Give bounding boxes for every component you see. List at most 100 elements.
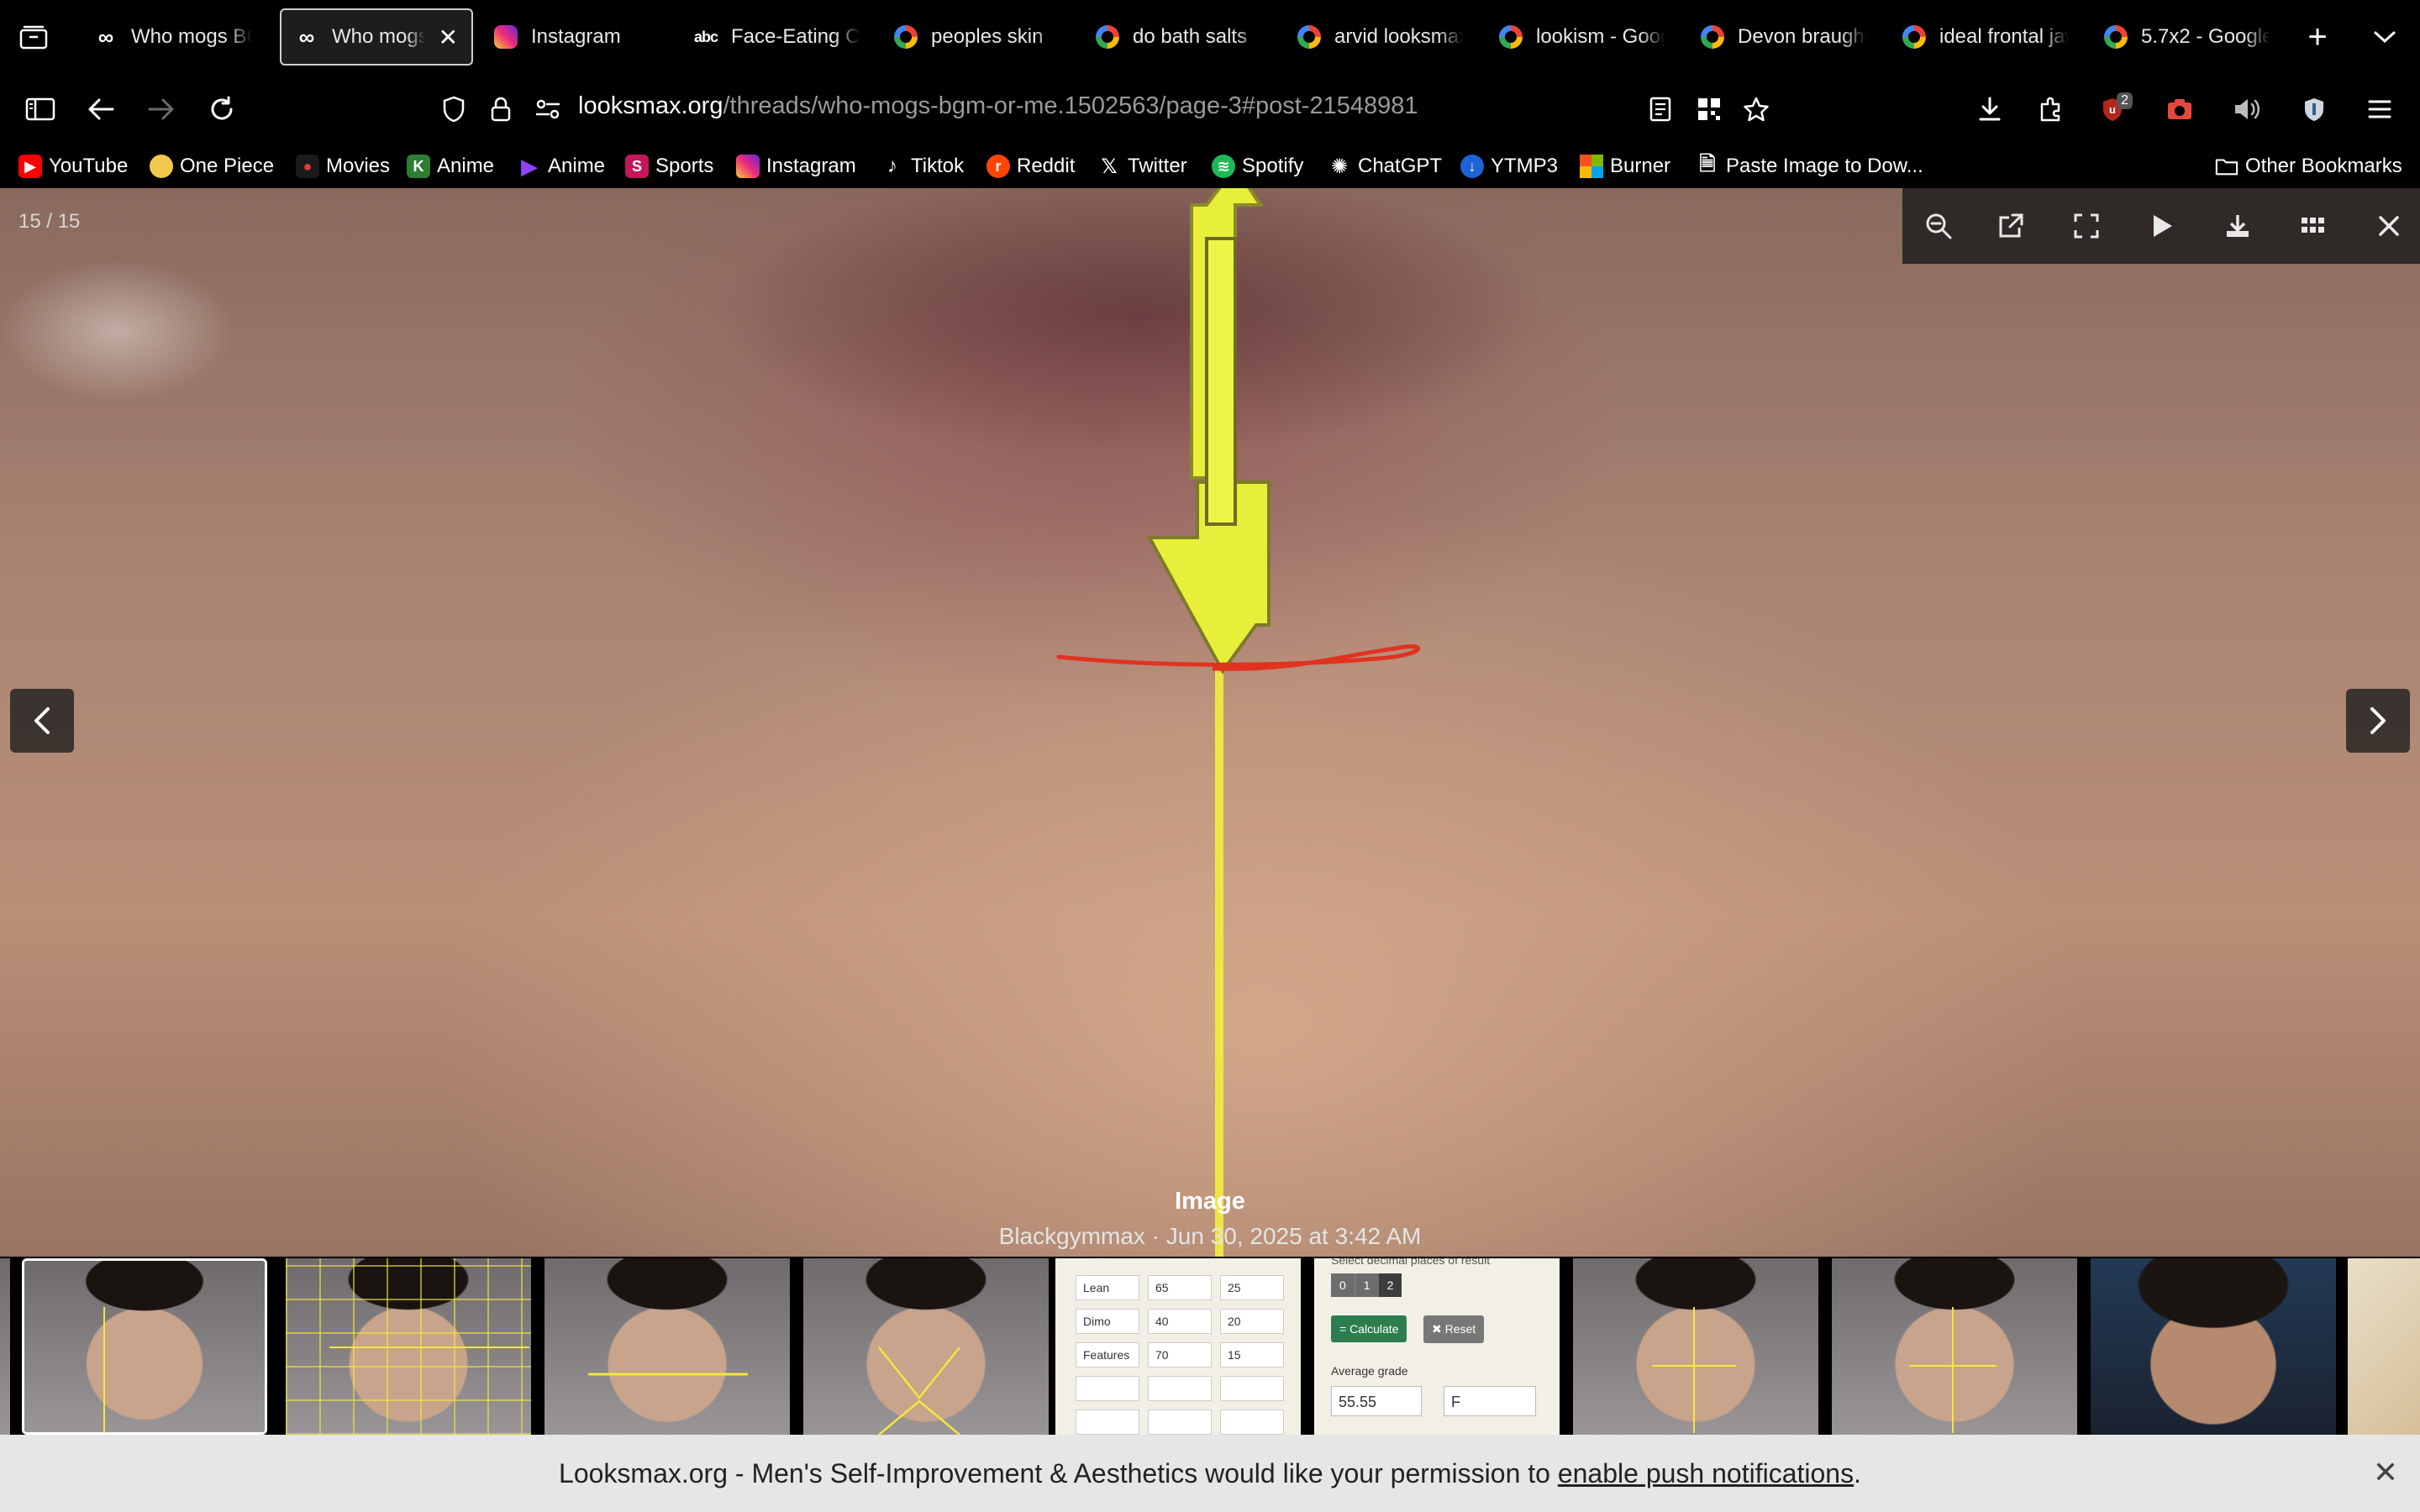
thumbnail-grid-overlay[interactable] — [286, 1258, 531, 1435]
tab-google-57x2[interactable]: 5.7x2 - Google — [2091, 8, 2284, 66]
tab-list-chevron-icon[interactable] — [2366, 18, 2403, 55]
forward-icon[interactable] — [141, 89, 182, 129]
tab-who-mogs-1[interactable]: ∞ Who mogs BGM — [81, 8, 266, 66]
extensions-icon[interactable] — [2030, 89, 2070, 129]
tiktok-icon: ♪ — [887, 155, 897, 177]
tab-devon[interactable]: Devon braught — [1687, 8, 1881, 66]
bookmark-anime-play[interactable]: ▶ Anime — [518, 151, 605, 181]
tab-instagram[interactable]: Instagram — [481, 8, 674, 66]
zoom-out-icon[interactable] — [1919, 207, 1958, 245]
bookmark-star-icon[interactable] — [1736, 89, 1776, 129]
new-tab-icon[interactable]: + — [2299, 18, 2336, 55]
privacy-badger-icon[interactable] — [2294, 89, 2334, 129]
google-icon — [1096, 25, 1119, 49]
enable-push-notifications-link[interactable]: enable push notifications — [1558, 1458, 1854, 1488]
abc-icon: abc — [693, 28, 718, 45]
instagram-icon — [736, 155, 760, 178]
close-lightbox-icon[interactable] — [2370, 207, 2408, 245]
downloads-icon[interactable] — [1970, 89, 2010, 129]
thumbnail-strip: Lean 65 25 Dimo 40 20 Features 70 15 Sel… — [0, 1257, 2420, 1435]
thumbnail-long-hair-man[interactable] — [2091, 1258, 2336, 1435]
face-thumbnail — [1573, 1258, 1818, 1435]
tab-peoples-skin[interactable]: peoples skin — [881, 8, 1074, 66]
bookmark-instagram[interactable]: Instagram — [736, 151, 856, 181]
svg-text:u: u — [2109, 103, 2116, 116]
tab-bar: ∞ Who mogs BGM ∞ Who mogs BGM ✕ Instagra… — [0, 0, 2420, 74]
bookmark-sports[interactable]: S Sports — [625, 151, 713, 181]
bookmark-other[interactable]: Other Bookmarks — [2215, 151, 2402, 181]
ytmp3-icon: ↓ — [1460, 155, 1484, 178]
qr-code-icon[interactable] — [1689, 89, 1729, 129]
thumbnail-eye-line[interactable] — [544, 1258, 790, 1435]
thumbnail-current[interactable] — [22, 1258, 267, 1435]
tab-overview-icon[interactable] — [15, 18, 52, 55]
face-thumbnail — [24, 1261, 265, 1432]
tab-face-eating[interactable]: abc Face-Eating Cat — [681, 8, 874, 66]
open-external-icon[interactable] — [1991, 207, 2030, 245]
reload-icon[interactable] — [202, 89, 242, 129]
bookmark-burner[interactable]: Burner — [1580, 151, 1670, 181]
movies-icon: ● — [296, 155, 319, 178]
face-thumbnail — [1832, 1258, 2077, 1435]
thumbnail-partial-right[interactable] — [2348, 1258, 2420, 1435]
push-notification-prompt: Looksmax.org - Men's Self-Improvement & … — [0, 1435, 2420, 1512]
straw-hat-icon — [150, 155, 173, 178]
instagram-icon — [494, 25, 518, 49]
bookmark-reddit[interactable]: r Reddit — [986, 151, 1075, 181]
bookmark-twitter[interactable]: 𝕏 Twitter — [1097, 151, 1186, 181]
bookmark-anime-k[interactable]: K Anime — [407, 151, 494, 181]
ublock-icon[interactable]: u 2 — [2092, 89, 2133, 129]
sports-icon: S — [625, 155, 649, 178]
lock-icon[interactable] — [481, 89, 521, 129]
bookmark-youtube[interactable]: ▶ YouTube — [18, 151, 128, 181]
x-icon: 𝕏 — [1101, 155, 1118, 178]
site-permissions-icon[interactable] — [528, 89, 568, 129]
caption-meta: Blackgymmax · Jun 30, 2025 at 3:42 AM — [998, 1223, 1422, 1249]
address-bar[interactable]: looksmax.org/threads/who-mogs-bgm-or-me.… — [578, 92, 1418, 120]
bookmarks-bar: ▶ YouTube One Piece ● Movies K Anime ▶ A… — [0, 144, 2420, 188]
volume-icon[interactable] — [2227, 89, 2267, 129]
close-tab-icon[interactable]: ✕ — [439, 24, 458, 51]
bookmark-ytmp3[interactable]: ↓ YTMP3 — [1460, 151, 1558, 181]
back-icon[interactable] — [81, 89, 121, 129]
youtube-icon: ▶ — [18, 155, 42, 178]
thumbnail-v-lines[interactable] — [803, 1258, 1049, 1435]
bookmark-chatgpt[interactable]: ✺ ChatGPT — [1328, 151, 1442, 181]
google-icon — [894, 25, 918, 49]
tab-bath-salts[interactable]: do bath salts — [1082, 8, 1276, 66]
download-icon[interactable] — [2218, 207, 2257, 245]
thumbnail-table[interactable]: Lean 65 25 Dimo 40 20 Features 70 15 — [1055, 1258, 1301, 1435]
menu-icon[interactable] — [2360, 89, 2400, 129]
tab-arvid[interactable]: arvid looksmax — [1284, 8, 1477, 66]
bookmark-one-piece[interactable]: One Piece — [150, 151, 274, 181]
fullscreen-icon[interactable] — [2067, 207, 2106, 245]
google-icon — [2104, 25, 2128, 49]
bookmark-paste-image[interactable]: 🗎 Paste Image to Dow... — [1696, 151, 1923, 181]
thumbnail-crosshair-2[interactable] — [1832, 1258, 2077, 1435]
thumbnail-calculator[interactable]: Select decimal places of result 0 1 2 = … — [1314, 1258, 1560, 1435]
thumbnails-grid-icon[interactable] — [2294, 207, 2333, 245]
slideshow-play-icon[interactable] — [2143, 207, 2181, 245]
thumbnail-crosshair-1[interactable] — [1573, 1258, 1818, 1435]
tab-who-mogs-active[interactable]: ∞ Who mogs BGM ✕ — [280, 8, 473, 66]
bookmark-spotify[interactable]: ≋ Spotify — [1212, 151, 1303, 181]
tracking-shield-icon[interactable] — [434, 89, 474, 129]
google-icon — [1297, 25, 1321, 49]
tab-lookism[interactable]: lookism - Google — [1486, 8, 1679, 66]
bookmark-tiktok[interactable]: ♪ Tiktok — [881, 151, 964, 181]
reader-view-icon[interactable] — [1640, 89, 1681, 129]
purple-play-icon: ▶ — [521, 153, 538, 179]
microsoft-icon — [1580, 155, 1603, 178]
next-image-button[interactable] — [2346, 689, 2410, 753]
tab-frontal-jaw[interactable]: ideal frontal jaw — [1889, 8, 2082, 66]
face-thumbnail — [2091, 1258, 2336, 1435]
thumbnail-partial[interactable] — [0, 1258, 10, 1435]
lightbox-toolbar — [1902, 188, 2420, 264]
screenshot-camera-icon[interactable] — [2160, 89, 2200, 129]
bookmark-movies[interactable]: ● Movies — [296, 151, 390, 181]
close-notification-icon[interactable]: ✕ — [2373, 1455, 2398, 1490]
image-counter: 15 / 15 — [18, 210, 81, 233]
sidebar-icon[interactable] — [20, 89, 60, 129]
face-thumbnail — [544, 1258, 790, 1435]
previous-image-button[interactable] — [10, 689, 74, 753]
